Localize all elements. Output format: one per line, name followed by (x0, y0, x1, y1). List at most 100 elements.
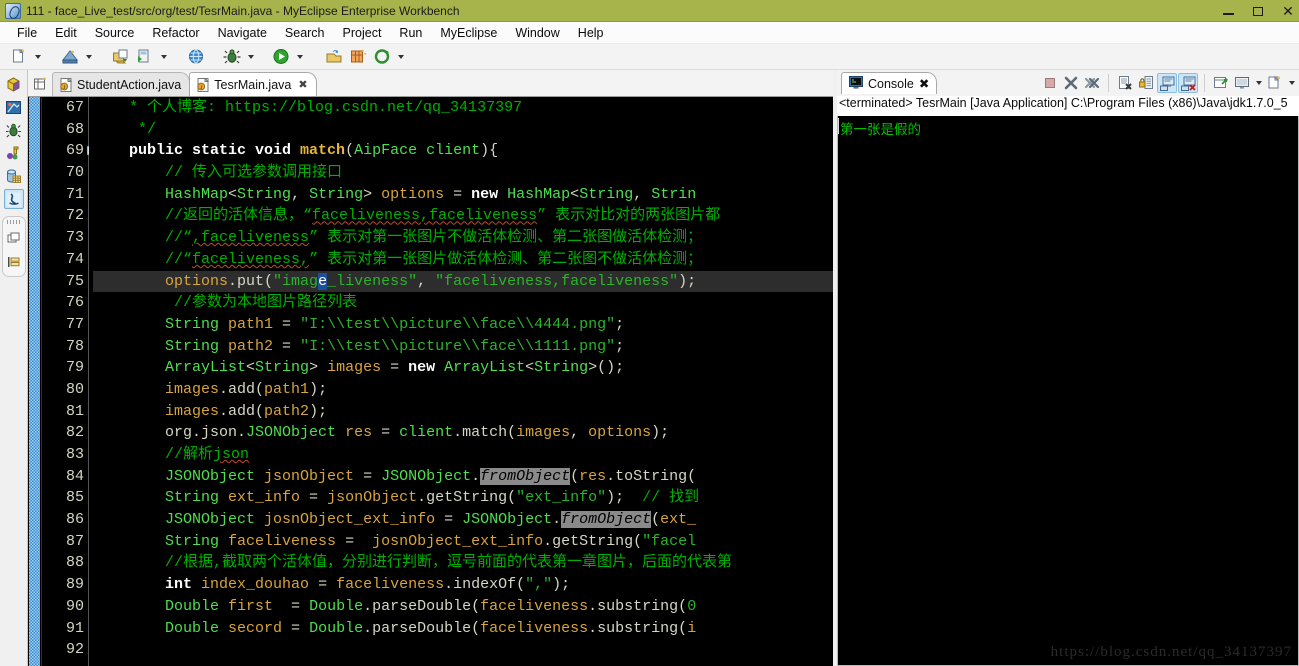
fast-view-grip[interactable] (6, 220, 21, 224)
code-line[interactable]: String ext_info = jsonObject.getString("… (93, 487, 833, 509)
editor-tab-studentaction[interactable]: J StudentAction.java (52, 72, 191, 96)
menu-file[interactable]: File (8, 24, 46, 42)
new-icon[interactable] (8, 46, 30, 68)
open-type-icon[interactable] (323, 46, 345, 68)
myeclipse-explorer-icon[interactable] (4, 97, 24, 117)
code-line[interactable]: HashMap<String, String> options = new Ha… (93, 184, 833, 206)
code-token: jsonObject (264, 467, 355, 485)
code-token: josnObject_ext_info (264, 511, 436, 529)
show-console-on-output-icon[interactable] (1157, 73, 1177, 93)
open-console-caret[interactable] (1286, 72, 1297, 94)
code-token: ; (615, 337, 625, 355)
code-token: org.json. (165, 424, 247, 442)
maximize-button[interactable] (1243, 0, 1273, 22)
hierarchy-icon[interactable] (4, 143, 24, 163)
debug-icon[interactable] (221, 46, 243, 68)
menu-window[interactable]: Window (506, 24, 568, 42)
editor-tab-tesrmain[interactable]: J TesrMain.java ✖ (189, 72, 317, 96)
browser-icon[interactable] (185, 46, 207, 68)
debug-perspective-icon[interactable] (4, 120, 24, 140)
new-window-icon[interactable] (347, 46, 369, 68)
code-line[interactable]: // 传入可选参数调用接口 (93, 162, 833, 184)
code-line[interactable]: int index_douhao = faceliveness.indexOf(… (93, 574, 833, 596)
remove-all-terminated-icon[interactable] (1082, 73, 1102, 93)
code-line[interactable]: ArrayList<String> images = new ArrayList… (93, 357, 833, 379)
menu-help[interactable]: Help (569, 24, 613, 42)
code-line[interactable]: options.put("image_liveness", "faceliven… (93, 270, 833, 293)
editor-annotation-ruler[interactable] (28, 97, 42, 666)
export-icon[interactable] (110, 46, 132, 68)
code-line[interactable]: String path1 = "I:\\test\\picture\\face\… (93, 314, 833, 336)
terminate-icon[interactable] (1040, 73, 1060, 93)
next-annotation-dropdown-caret[interactable] (395, 46, 406, 68)
display-selected-console-caret[interactable] (1253, 72, 1264, 94)
menu-edit[interactable]: Edit (46, 24, 86, 42)
code-token: ); (552, 576, 571, 594)
run-dropdown-caret[interactable] (294, 46, 305, 68)
restore-view-icon[interactable] (4, 228, 24, 248)
code-line[interactable]: images.add(path2); (93, 401, 833, 423)
close-button[interactable]: ✕ (1273, 0, 1299, 22)
code-line[interactable]: //参数为本地图片路径列表 (93, 292, 833, 314)
menu-refactor[interactable]: Refactor (143, 24, 208, 42)
package-explorer-icon[interactable] (4, 74, 24, 94)
code-line[interactable]: public static void match(AipFace client)… (93, 140, 833, 162)
new-dropdown-caret[interactable] (32, 46, 43, 68)
code-editor[interactable]: 67 68 69 70 71 72 73 74 75 76 77 78 79 80 81 82 83 84 85 86… (28, 96, 833, 666)
java-perspective-icon[interactable] (3, 189, 24, 209)
code-line[interactable]: org.json.JSONObject res = client.match(i… (93, 422, 833, 444)
code-line[interactable] (93, 639, 833, 661)
code-line[interactable]: Double secord = Double.parseDouble(facel… (93, 618, 833, 640)
line-number: 84 (65, 467, 84, 485)
close-icon[interactable]: ✖ (919, 76, 929, 91)
new-editor-icon[interactable] (30, 72, 52, 96)
save-dropdown-caret[interactable] (83, 46, 94, 68)
code-token: faceliveness (336, 576, 445, 594)
deploy-dropdown-caret[interactable] (158, 46, 169, 68)
code-line[interactable]: JSONObject josnObject_ext_info = JSONObj… (93, 509, 833, 531)
debug-dropdown-caret[interactable] (245, 46, 256, 68)
code-line[interactable]: String path2 = "I:\\test\\picture\\face\… (93, 336, 833, 358)
menu-navigate[interactable]: Navigate (209, 24, 276, 42)
source-code[interactable]: * 个人博客: https://blog.csdn.net/qq_3413739… (89, 97, 833, 666)
menu-run[interactable]: Run (390, 24, 431, 42)
console-tab[interactable]: Console ✖ (841, 72, 938, 94)
code-line[interactable]: //返回的活体信息，“faceliveness,faceliveness” 表示… (93, 205, 833, 227)
line-number: 90 (65, 597, 84, 615)
next-annotation-icon[interactable] (371, 46, 393, 68)
close-icon[interactable]: ✖ (298, 78, 307, 91)
run-icon[interactable] (270, 46, 292, 68)
code-line[interactable]: Double first = Double.parseDouble(faceli… (93, 596, 833, 618)
scroll-lock-icon[interactable] (1136, 73, 1156, 93)
remove-launch-icon[interactable] (1061, 73, 1081, 93)
clear-console-icon[interactable] (1115, 73, 1135, 93)
menu-search[interactable]: Search (276, 24, 334, 42)
display-selected-console-icon[interactable] (1232, 73, 1252, 93)
code-line[interactable]: String faceliveness = josnObject_ext_inf… (93, 531, 833, 553)
console-status-line: <terminated> TesrMain [Java Application]… (837, 96, 1299, 116)
code-token: match (300, 142, 346, 160)
code-line[interactable]: //根据,截取两个活体值，分别进行判断，逗号前面的代表第一章图片，后面的代表第 (93, 552, 833, 574)
minimize-button[interactable] (1213, 0, 1243, 22)
code-line[interactable]: */ (93, 119, 833, 141)
code-line[interactable]: images.add(path1); (93, 379, 833, 401)
menu-source[interactable]: Source (86, 24, 144, 42)
code-line[interactable]: * 个人博客: https://blog.csdn.net/qq_3413739… (93, 97, 833, 119)
menu-myeclipse[interactable]: MyEclipse (431, 24, 506, 42)
show-console-on-error-icon[interactable] (1178, 73, 1198, 93)
code-token: client (399, 424, 454, 442)
database-explorer-icon[interactable] (4, 166, 24, 186)
deploy-icon[interactable] (134, 46, 156, 68)
outline-view-icon[interactable] (4, 252, 24, 272)
console-output-area[interactable]: 第一张是假的 https://blog.csdn.net/qq_34137397 (837, 116, 1299, 666)
open-console-icon[interactable] (1265, 73, 1285, 93)
code-line[interactable]: //“faceliveness,” 表示对第一张图片做活体检测、第二张图不做活体… (93, 249, 833, 271)
pin-console-icon[interactable] (1211, 73, 1231, 93)
code-line[interactable]: //解析json (93, 444, 833, 466)
save-icon[interactable] (59, 46, 81, 68)
code-line[interactable]: JSONObject jsonObject = JSONObject.fromO… (93, 466, 833, 488)
menu-bar: File Edit Source Refactor Navigate Searc… (0, 22, 1299, 44)
menu-project[interactable]: Project (334, 24, 391, 42)
code-line[interactable]: //“,faceliveness” 表示对第一张图片不做活体检测、第二张图做活体… (93, 227, 833, 249)
